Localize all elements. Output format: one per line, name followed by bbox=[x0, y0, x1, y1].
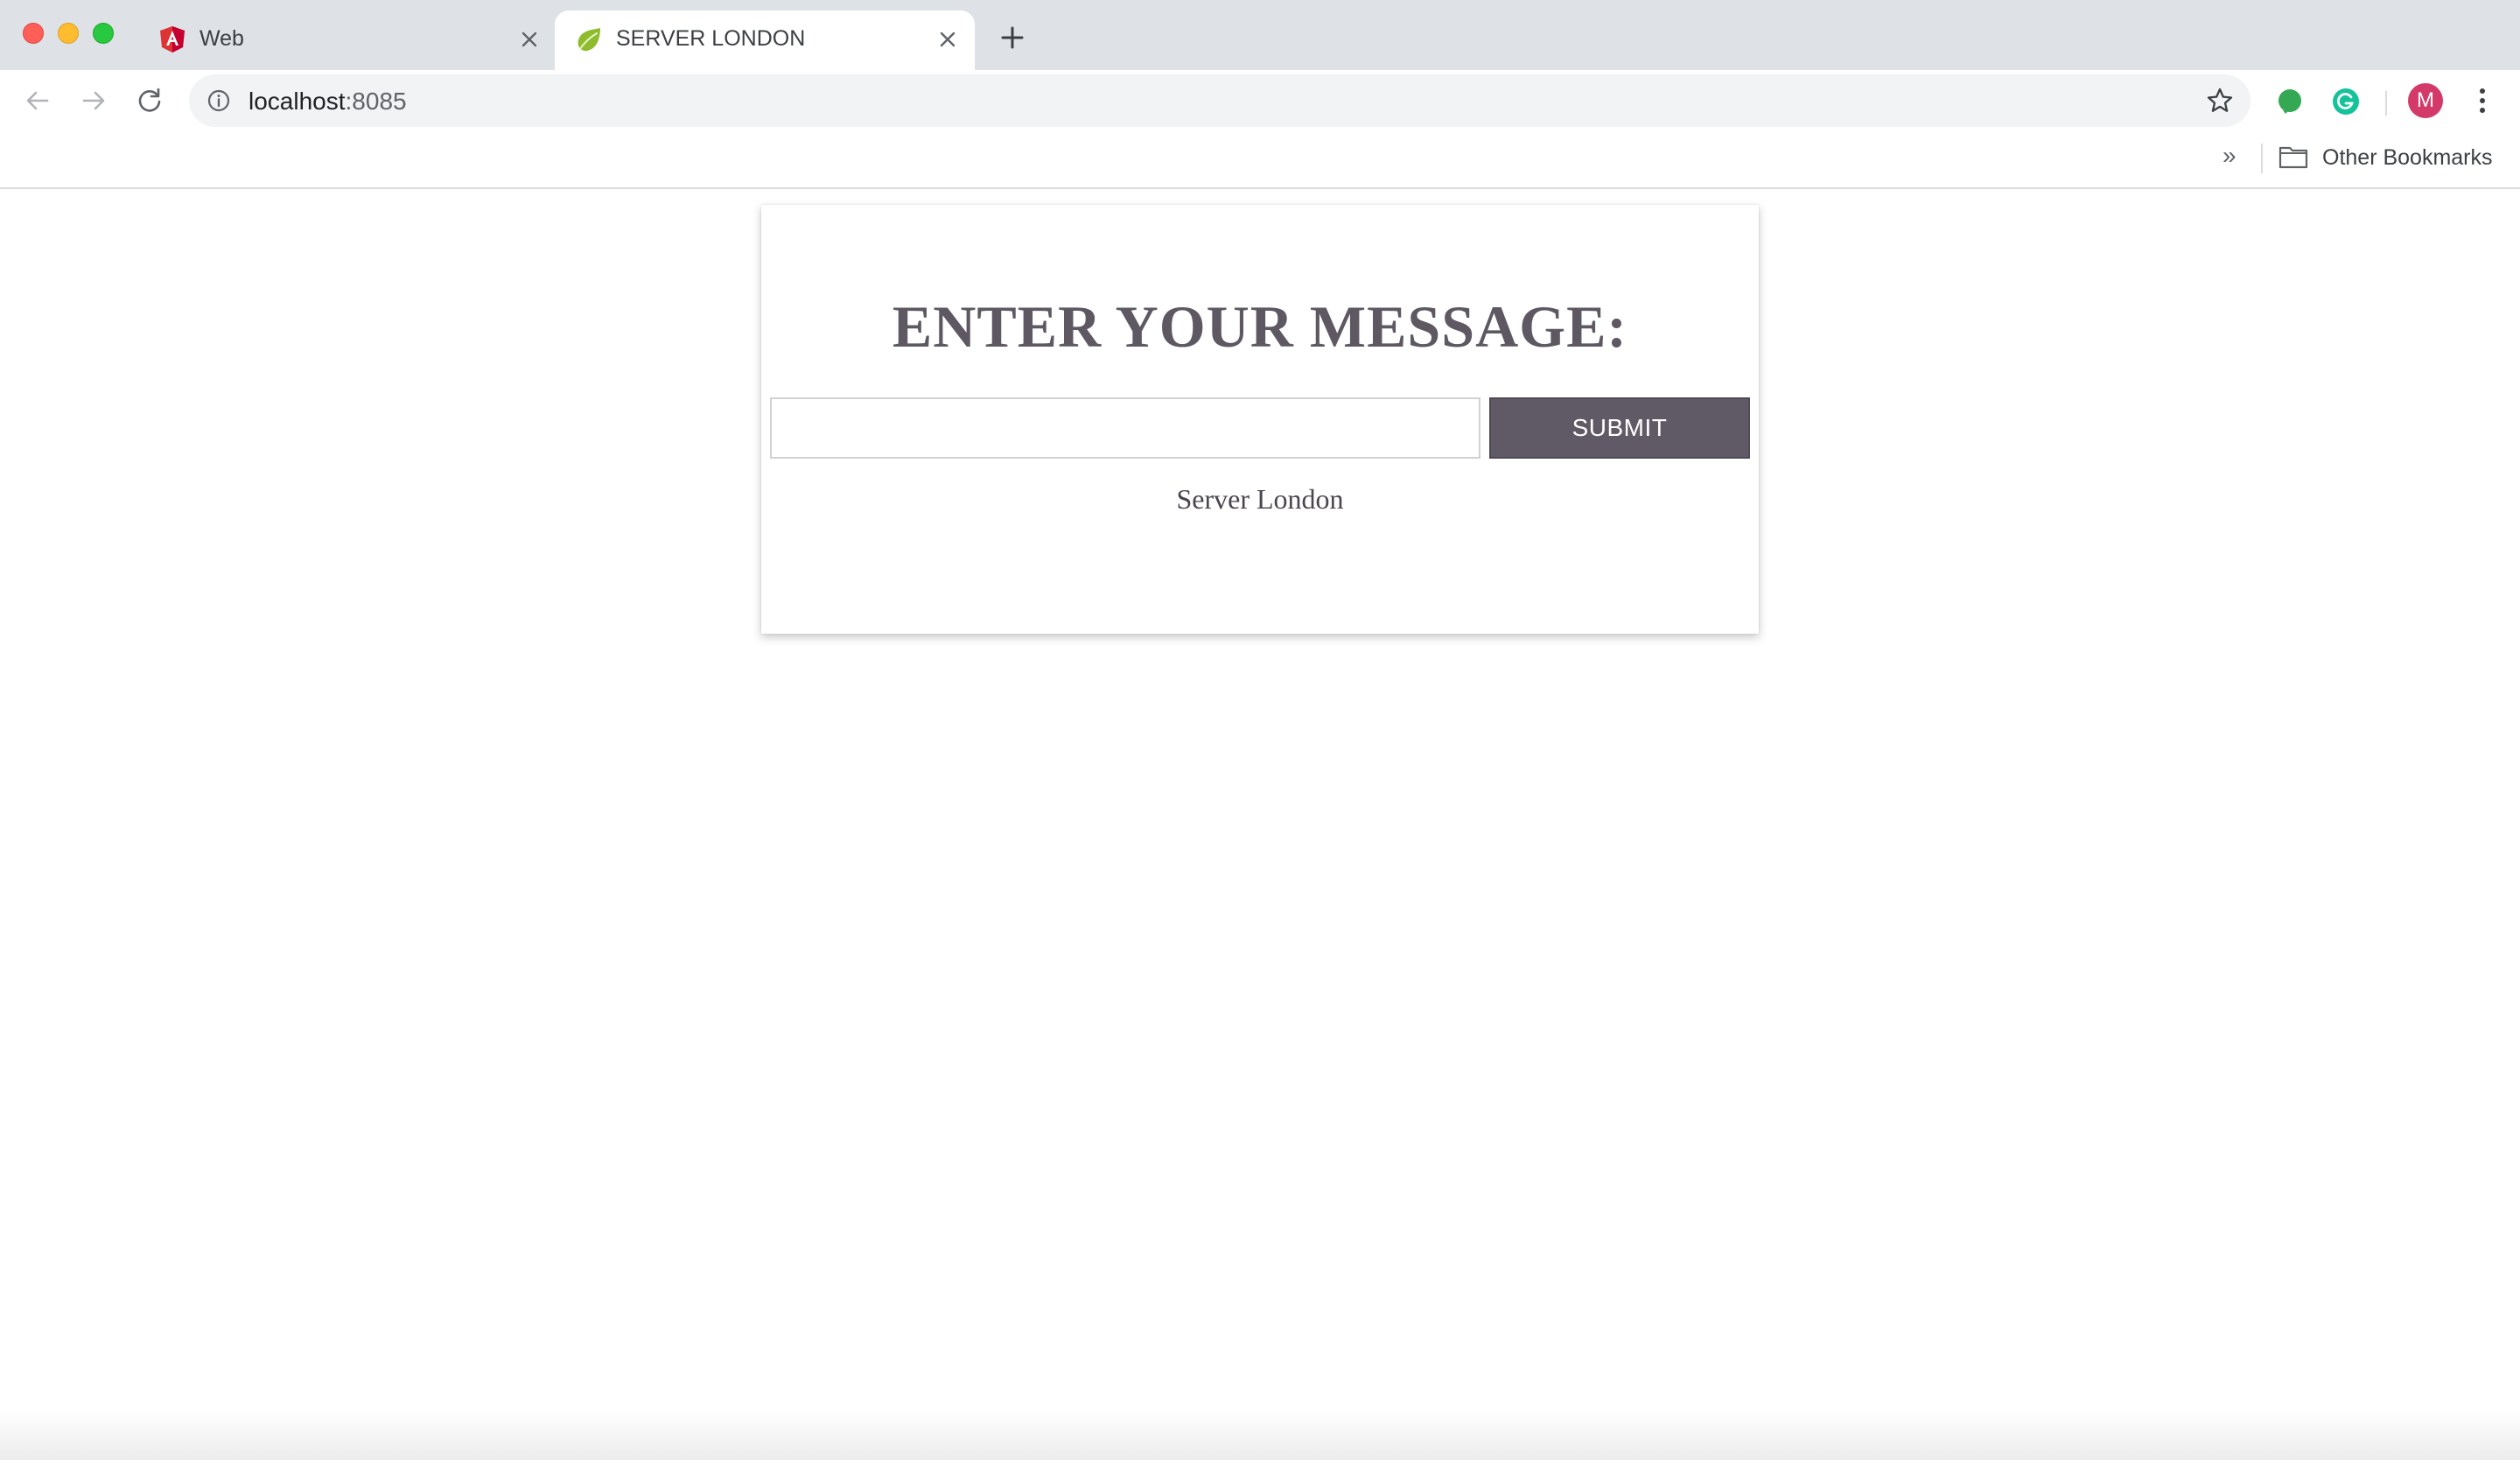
url-port: :8085 bbox=[345, 88, 407, 115]
toolbar-separator bbox=[2385, 91, 2387, 116]
minimize-window-button[interactable] bbox=[58, 23, 79, 44]
spring-leaf-icon bbox=[578, 28, 600, 52]
other-bookmarks-label: Other Bookmarks bbox=[2322, 145, 2493, 170]
close-tab-icon[interactable] bbox=[516, 26, 542, 53]
bookmarks-separator bbox=[2261, 144, 2263, 173]
message-input[interactable] bbox=[770, 397, 1480, 459]
bookmark-star-icon[interactable] bbox=[2205, 86, 2235, 116]
close-tab-icon[interactable] bbox=[934, 26, 961, 53]
message-card: ENTER YOUR MESSAGE: SUBMIT Server London bbox=[761, 205, 1759, 634]
bookmarks-overflow-chevron[interactable]: » bbox=[2222, 142, 2236, 170]
close-window-button[interactable] bbox=[23, 23, 44, 44]
extension-green-circle-icon[interactable] bbox=[2275, 87, 2305, 116]
tab-strip: Web SERVER LONDON bbox=[0, 0, 2520, 70]
tab-web-title: Web bbox=[200, 26, 244, 51]
tab-server-london[interactable]: SERVER LONDON bbox=[555, 11, 975, 70]
bookmarks-bar: » Other Bookmarks bbox=[0, 131, 2520, 189]
angular-icon bbox=[160, 26, 185, 53]
forward-arrow-icon[interactable] bbox=[77, 84, 110, 117]
submit-button[interactable]: SUBMIT bbox=[1489, 397, 1750, 459]
url-text: localhost:8085 bbox=[248, 88, 407, 116]
back-arrow-icon[interactable] bbox=[21, 84, 54, 117]
reload-icon[interactable] bbox=[133, 84, 166, 117]
tab-web[interactable]: Web bbox=[138, 11, 553, 70]
maximize-window-button[interactable] bbox=[93, 23, 114, 44]
profile-avatar[interactable]: M bbox=[2408, 83, 2443, 118]
server-name-label: Server London bbox=[1176, 483, 1344, 515]
folder-icon bbox=[2278, 146, 2308, 169]
url-host: localhost bbox=[248, 88, 346, 115]
browser-toolbar: localhost:8085 bbox=[0, 70, 2520, 131]
tab-server-london-title: SERVER LONDON bbox=[616, 26, 806, 51]
address-bar[interactable]: localhost:8085 bbox=[189, 74, 2250, 127]
grammarly-icon[interactable] bbox=[2331, 87, 2361, 116]
new-tab-plus-icon[interactable] bbox=[998, 23, 1027, 53]
info-icon[interactable] bbox=[206, 88, 231, 113]
window-bottom-shadow bbox=[0, 1409, 2520, 1460]
more-menu-icon[interactable] bbox=[2468, 84, 2497, 117]
page-title: ENTER YOUR MESSAGE: bbox=[892, 293, 1628, 360]
